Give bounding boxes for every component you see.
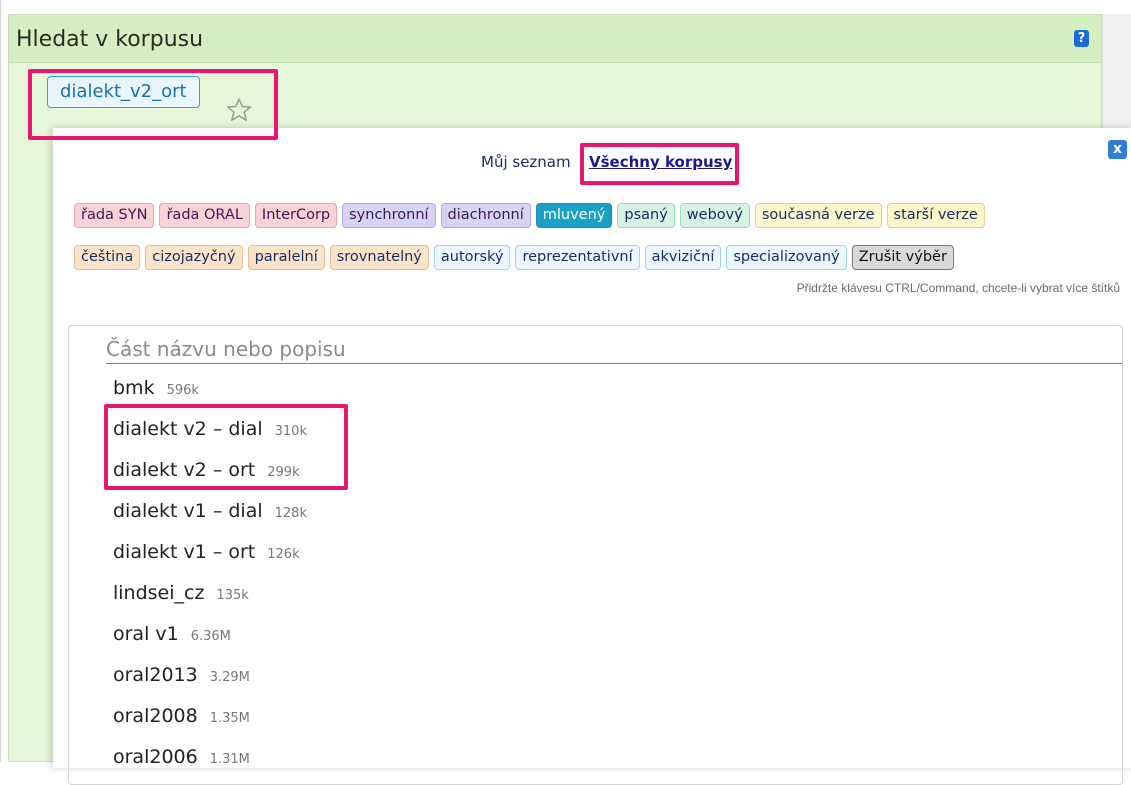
tag-synchronní[interactable]: synchronní: [342, 203, 436, 228]
tag-specializovaný[interactable]: specializovaný: [726, 245, 847, 270]
corpus-name: lindsei_cz: [113, 582, 205, 604]
corpus-size: 3.29M: [209, 670, 250, 685]
multi-select-hint: Přidržte klávesu CTRL/Command, chcete-li…: [796, 281, 1120, 295]
corpus-name: dialekt v1 – ort: [113, 541, 256, 563]
tag-autorský[interactable]: autorský: [433, 245, 511, 270]
tag-akviziční[interactable]: akviziční: [644, 245, 722, 270]
help-icon[interactable]: ?: [1074, 30, 1089, 47]
corpus-size: 1.35M: [209, 711, 250, 726]
tag-srovnatelný[interactable]: srovnatelný: [329, 245, 429, 270]
close-icon[interactable]: x: [1108, 140, 1127, 159]
tag-reprezentativní[interactable]: reprezentativní: [515, 245, 640, 270]
tag-psaný[interactable]: psaný: [617, 203, 675, 228]
tag-čeština[interactable]: čeština: [74, 245, 141, 270]
corpus-size: 135k: [216, 588, 249, 603]
corpus-size: 126k: [267, 547, 300, 562]
tag-mluvený[interactable]: mluvený: [535, 203, 613, 228]
tag-řada-oral[interactable]: řada ORAL: [159, 203, 250, 228]
tag-zrušit-výběr[interactable]: Zrušit výběr: [851, 245, 954, 270]
page: Hledat v korpusu ? dialekt_v2_ort x Můj …: [0, 0, 1131, 785]
corpus-name: dialekt v1 – dial: [113, 500, 263, 522]
panel-header: Hledat v korpusu ?: [9, 15, 1101, 63]
tag-diachronní[interactable]: diachronní: [440, 203, 531, 228]
tag-row-1: řada SYN řada ORAL InterCorp synchronní diac…: [74, 203, 990, 231]
corpus-list-item[interactable]: oral v1 6.36M: [113, 623, 231, 653]
corpus-list-item[interactable]: dialekt v1 – ort 126k: [113, 541, 300, 571]
corpus-list: bmk596kdialekt v2 – dial310kdialekt v2 –…: [68, 325, 1123, 785]
corpus-size: 1.31M: [209, 752, 250, 767]
corpus-list-item[interactable]: oral2006 1.31M: [113, 746, 250, 776]
highlight-current-corpus: [28, 69, 278, 140]
tag-starší-verze[interactable]: starší verze: [886, 203, 985, 228]
corpus-size: 6.36M: [190, 629, 231, 644]
panel-title: Hledat v korpusu: [16, 27, 204, 52]
corpus-list-item[interactable]: oral2013 3.29M: [113, 664, 250, 694]
tag-řada-syn[interactable]: řada SYN: [74, 203, 155, 228]
corpus-search-input[interactable]: [106, 334, 1122, 364]
tag-intercorp[interactable]: InterCorp: [254, 203, 338, 228]
tag-současná-verze[interactable]: současná verze: [754, 203, 882, 228]
highlight-all-corpora-tab: [580, 143, 739, 185]
corpus-name: oral v1: [113, 623, 179, 645]
tab-my-list[interactable]: Můj seznam: [481, 153, 571, 171]
corpus-name: oral2006: [113, 746, 198, 768]
tag-cizojazyčný[interactable]: cizojazyčný: [145, 245, 243, 270]
corpus-list-item[interactable]: bmk 596k: [113, 377, 199, 407]
corpus-list-item[interactable]: dialekt v1 – dial 128k: [113, 500, 307, 530]
highlight-dialekt-v2-items: [104, 404, 348, 490]
corpus-size: 128k: [274, 506, 307, 521]
corpus-name: bmk: [113, 377, 155, 399]
corpus-list-item[interactable]: lindsei_cz 135k: [113, 582, 249, 612]
left-divider: [0, 0, 1, 762]
tag-webový[interactable]: webový: [679, 203, 750, 228]
tag-row-2: čeština cizojazyčný paralelní srovnatelný au…: [74, 245, 959, 273]
corpus-list-item[interactable]: oral2008 1.35M: [113, 705, 250, 735]
tag-paralelní[interactable]: paralelní: [247, 245, 325, 270]
corpus-name: oral2013: [113, 664, 198, 686]
corpus-size: 596k: [166, 383, 199, 398]
corpus-name: oral2008: [113, 705, 198, 727]
